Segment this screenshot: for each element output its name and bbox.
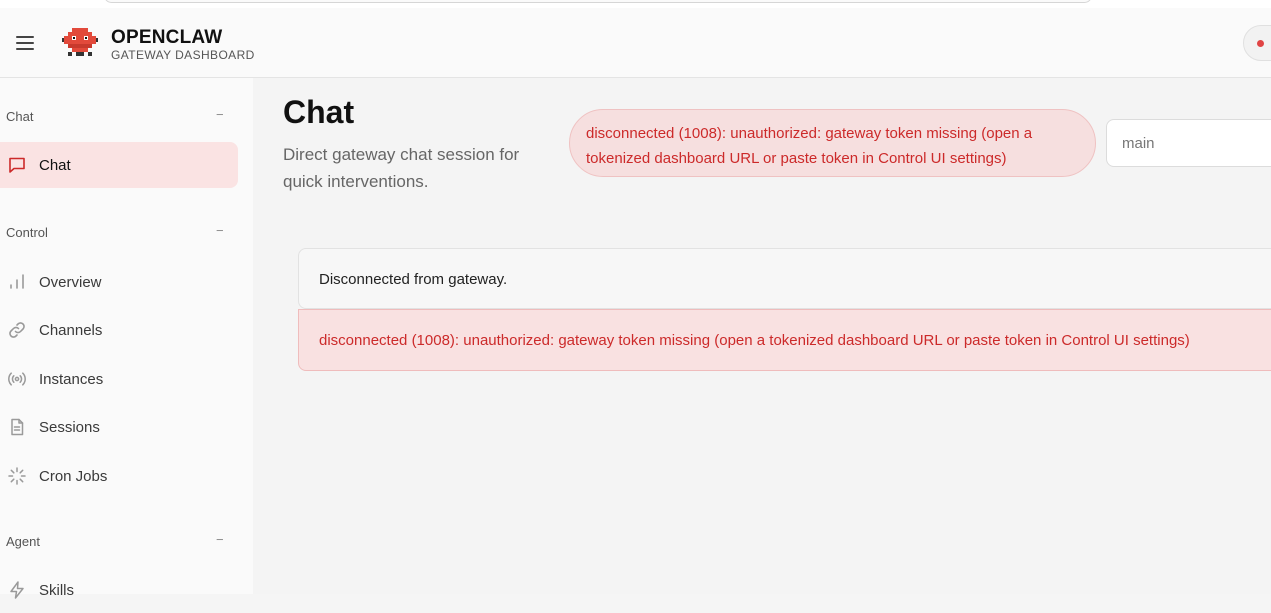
main-content: Chat Direct gateway chat session for qui… xyxy=(253,78,1271,594)
sidebar: Chat − Chat Control − Overview Channels xyxy=(0,78,253,599)
sidebar-group-agent: Agent xyxy=(6,534,40,549)
page-subtitle: Direct gateway chat session for quick in… xyxy=(283,145,520,191)
sidebar-item-label: Cron Jobs xyxy=(39,468,108,485)
link-icon xyxy=(7,320,27,340)
radio-broadcast-icon xyxy=(7,369,27,389)
sidebar-item-label: Chat xyxy=(39,157,71,174)
collapse-chat-group[interactable]: − xyxy=(216,107,224,122)
brand-subtitle: GATEWAY DASHBOARD xyxy=(111,48,255,62)
sidebar-item-label: Sessions xyxy=(39,419,100,436)
error-callout: disconnected (1008): unauthorized: gatew… xyxy=(298,309,1271,371)
menu-icon[interactable] xyxy=(14,33,36,51)
sidebar-group-control: Control xyxy=(6,225,48,240)
collapse-agent-group[interactable]: − xyxy=(216,532,224,547)
collapse-control-group[interactable]: − xyxy=(216,223,224,238)
zap-icon xyxy=(7,580,27,600)
status-dot-icon xyxy=(1257,40,1264,47)
error-banner: disconnected (1008): unauthorized: gatew… xyxy=(569,109,1096,177)
openclaw-logo xyxy=(62,26,98,60)
file-text-icon xyxy=(7,417,27,437)
sidebar-item-chat[interactable]: Chat xyxy=(0,142,238,188)
address-bar[interactable] xyxy=(104,0,1092,3)
page-title: Chat xyxy=(283,94,355,130)
sidebar-item-cron-jobs[interactable]: Cron Jobs xyxy=(0,453,238,499)
bar-chart-icon xyxy=(7,272,27,292)
sidebar-item-label: Channels xyxy=(39,322,103,339)
sidebar-item-label: Overview xyxy=(39,274,102,291)
sidebar-group-chat: Chat xyxy=(6,109,34,124)
connection-status[interactable] xyxy=(1243,25,1271,61)
sidebar-item-sessions[interactable]: Sessions xyxy=(0,404,238,450)
sidebar-item-channels[interactable]: Channels xyxy=(0,307,238,353)
sidebar-item-skills[interactable]: Skills xyxy=(0,567,238,613)
sidebar-item-instances[interactable]: Instances xyxy=(0,356,238,402)
message-square-icon xyxy=(7,155,27,175)
sidebar-item-label: Instances xyxy=(39,371,104,388)
sidebar-item-label: Skills xyxy=(39,582,75,599)
sidebar-item-overview[interactable]: Overview xyxy=(0,259,238,305)
session-key-input[interactable] xyxy=(1106,119,1271,167)
loader-icon xyxy=(7,466,27,486)
disconnected-notice: Disconnected from gateway. xyxy=(298,248,1271,309)
app-header: OPENCLAW GATEWAY DASHBOARD xyxy=(0,8,1271,78)
brand-title: OPENCLAW xyxy=(111,27,223,48)
browser-top-strip xyxy=(0,0,1271,8)
